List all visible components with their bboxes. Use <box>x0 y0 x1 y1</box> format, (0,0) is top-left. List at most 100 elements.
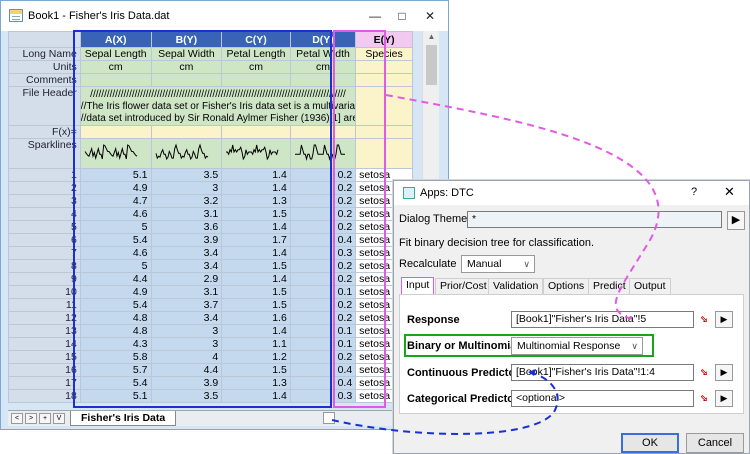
data-cell[interactable]: 4 <box>150 350 223 364</box>
data-cell[interactable]: 3.9 <box>150 376 223 390</box>
formula-cell[interactable] <box>79 125 152 139</box>
tab-predict[interactable]: Predict <box>588 278 631 294</box>
recalculate-dropdown[interactable]: Manual ∨ <box>461 255 535 273</box>
data-cell[interactable]: 4.4 <box>79 272 152 286</box>
data-cell[interactable]: 0.1 <box>289 337 357 351</box>
data-cell[interactable]: 2.9 <box>150 272 223 286</box>
range-select-icon[interactable]: ⬂ <box>696 364 712 381</box>
data-cell[interactable]: 1.4 <box>221 389 291 403</box>
data-cell[interactable]: 4.7 <box>79 194 152 208</box>
sheet-list-button[interactable]: V <box>53 413 65 424</box>
table-row[interactable]: 5 5 3.6 1.4 0.2 setosa <box>8 220 413 234</box>
data-cell[interactable]: 1.3 <box>221 194 291 208</box>
book-titlebar[interactable]: Book1 - Fisher's Iris Data.dat — □ ✕ <box>1 1 448 31</box>
cancel-button[interactable]: Cancel <box>686 433 744 453</box>
comments-cell[interactable] <box>79 73 152 87</box>
sparkline-cell[interactable] <box>289 138 357 169</box>
data-cell[interactable]: 5.1 <box>79 168 152 182</box>
long-name-cell[interactable]: Petal Length <box>221 47 291 61</box>
scroll-up-icon[interactable]: ▲ <box>423 31 440 43</box>
data-cell[interactable]: 0.4 <box>289 376 357 390</box>
data-cell[interactable]: 3 <box>150 181 223 195</box>
table-row[interactable]: 12 4.8 3.4 1.6 0.2 setosa <box>8 311 413 325</box>
range-select-icon[interactable]: ⬂ <box>696 390 712 407</box>
data-cell[interactable]: 3.7 <box>150 298 223 312</box>
long-name-cell[interactable]: Sepal Length <box>79 47 152 61</box>
column-header-b[interactable]: B(Y) <box>150 31 223 48</box>
data-cell[interactable]: 5.7 <box>79 363 152 377</box>
scroll-thumb[interactable] <box>426 45 437 85</box>
dialog-titlebar[interactable]: Apps: DTC ? ✕ <box>394 181 749 205</box>
data-cell[interactable]: 0.1 <box>289 285 357 299</box>
long-name-cell[interactable]: Sepal Width <box>150 47 223 61</box>
formula-cell[interactable] <box>355 125 413 139</box>
data-cell[interactable]: 1.5 <box>221 207 291 221</box>
data-cell[interactable]: 1.3 <box>221 376 291 390</box>
theme-menu-button[interactable]: ▶ <box>727 211 745 230</box>
data-cell[interactable]: 1.4 <box>221 168 291 182</box>
data-cell[interactable]: 4.8 <box>79 311 152 325</box>
comments-cell[interactable] <box>355 73 413 87</box>
data-cell[interactable]: 5.4 <box>79 376 152 390</box>
corner-cell[interactable] <box>8 31 81 48</box>
data-cell[interactable]: 0.2 <box>289 311 357 325</box>
formula-cell[interactable] <box>221 125 291 139</box>
response-field[interactable]: [Book1]"Fisher's Iris Data"!5 <box>511 311 694 328</box>
data-cell[interactable]: 5 <box>79 259 152 273</box>
data-cell[interactable]: 0.2 <box>289 207 357 221</box>
tab-input[interactable]: Input <box>401 277 435 294</box>
column-header-a[interactable]: A(X) <box>79 31 152 48</box>
data-cell[interactable]: 4.8 <box>79 324 152 338</box>
data-cell[interactable]: 0.4 <box>289 233 357 247</box>
data-cell[interactable]: 4.6 <box>79 207 152 221</box>
formula-cell[interactable] <box>289 125 357 139</box>
units-cell[interactable]: cm <box>150 60 223 74</box>
comments-cell[interactable] <box>150 73 223 87</box>
data-cell[interactable]: 4.9 <box>79 285 152 299</box>
table-row[interactable]: 4 4.6 3.1 1.5 0.2 setosa <box>8 207 413 221</box>
comments-cell[interactable] <box>221 73 291 87</box>
data-cell[interactable]: 0.2 <box>289 168 357 182</box>
data-cell[interactable]: 1.4 <box>221 246 291 260</box>
data-cell[interactable]: 0.1 <box>289 324 357 338</box>
table-row[interactable]: 3 4.7 3.2 1.3 0.2 setosa <box>8 194 413 208</box>
data-cell[interactable]: 3.4 <box>150 311 223 325</box>
minimize-icon[interactable]: — <box>362 6 388 26</box>
long-name-cell[interactable]: Species <box>355 47 413 61</box>
table-row[interactable]: 1 5.1 3.5 1.4 0.2 setosa <box>8 168 413 182</box>
data-cell[interactable]: 0.3 <box>289 246 357 260</box>
data-cell[interactable]: 5.4 <box>79 298 152 312</box>
units-cell[interactable]: cm <box>221 60 291 74</box>
data-cell[interactable]: 1.1 <box>221 337 291 351</box>
data-cell[interactable]: 3.5 <box>150 168 223 182</box>
data-cell[interactable]: 1.5 <box>221 363 291 377</box>
data-cell[interactable]: 5.4 <box>79 233 152 247</box>
column-header-d[interactable]: D(Y) <box>289 31 357 48</box>
continuous-predictors-field[interactable]: [Book1]"Fisher's Iris Data"!1:4 <box>511 364 694 381</box>
data-cell[interactable]: 1.6 <box>221 311 291 325</box>
data-cell[interactable]: 1.2 <box>221 350 291 364</box>
tab-output[interactable]: Output <box>629 278 671 294</box>
file-header-cell[interactable]: ////////////////////////////////////////… <box>79 86 357 126</box>
categorical-predictors-field[interactable]: <optional> <box>511 390 694 407</box>
data-cell[interactable]: 3.4 <box>150 259 223 273</box>
data-cell[interactable]: 3.1 <box>150 207 223 221</box>
column-header-c[interactable]: C(Y) <box>221 31 291 48</box>
sheet-tab-fishers-iris-data[interactable]: Fisher's Iris Data <box>70 411 177 426</box>
data-cell[interactable]: 0.2 <box>289 181 357 195</box>
data-cell[interactable]: 1.4 <box>221 272 291 286</box>
column-header-e[interactable]: E(Y) <box>355 31 413 48</box>
ok-button[interactable]: OK <box>621 433 679 453</box>
table-row[interactable]: 8 5 3.4 1.5 0.2 setosa <box>8 259 413 273</box>
data-cell[interactable]: 4.9 <box>79 181 152 195</box>
table-row[interactable]: 16 5.7 4.4 1.5 0.4 setosa <box>8 363 413 377</box>
data-cell[interactable]: 0.2 <box>289 194 357 208</box>
table-row[interactable]: 17 5.4 3.9 1.3 0.4 setosa <box>8 376 413 390</box>
formula-cell[interactable] <box>150 125 223 139</box>
data-cell[interactable]: 0.2 <box>289 298 357 312</box>
data-cell[interactable]: 1.5 <box>221 259 291 273</box>
sparkline-cell[interactable] <box>221 138 291 169</box>
data-cell[interactable]: 3 <box>150 324 223 338</box>
data-cell[interactable]: 3.4 <box>150 246 223 260</box>
sparkline-cell[interactable] <box>79 138 152 169</box>
